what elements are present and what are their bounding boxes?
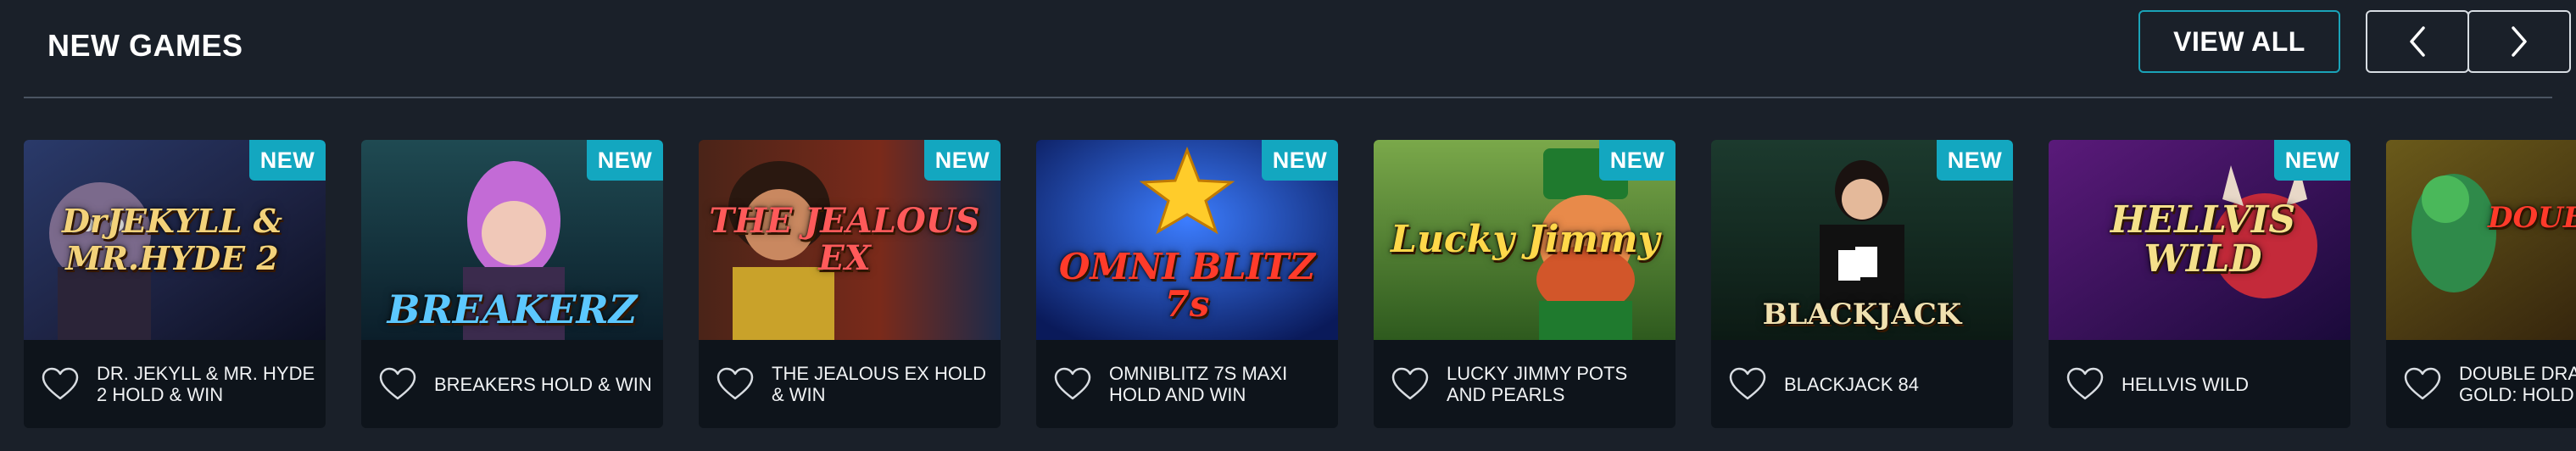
heart-outline-icon[interactable]	[41, 366, 80, 402]
new-badge: NEW	[1262, 140, 1338, 181]
game-card[interactable]: BREAKERZ NEW BREAKERS HOLD & WIN	[361, 140, 663, 428]
game-thumbnail[interactable]: HELLVIS WILD NEW	[2049, 140, 2350, 340]
game-thumbnail[interactable]: BLACKJACK NEW	[1711, 140, 2013, 340]
heart-outline-icon[interactable]	[1053, 366, 1092, 402]
previous-button[interactable]	[2366, 10, 2469, 73]
game-name[interactable]: DR. JEKYLL & MR. HYDE 2 HOLD & WIN	[97, 363, 317, 405]
game-name[interactable]: OMNIBLITZ 7S MAXI HOLD AND WIN	[1109, 363, 1330, 405]
section-divider	[24, 97, 2552, 98]
game-info: DOUBLE DRAGON GOLD: HOLD & WIN	[2386, 340, 2576, 428]
view-all-button[interactable]: VIEW ALL	[2138, 10, 2340, 73]
chevron-right-icon	[2512, 26, 2527, 57]
new-badge: NEW	[587, 140, 663, 181]
game-thumbnail[interactable]: THE JEALOUS EX NEW	[699, 140, 1001, 340]
chevron-left-icon	[2410, 26, 2425, 57]
game-card[interactable]: Lucky Jimmy NEW LUCKY JIMMY POTS AND PEA…	[1374, 140, 1676, 428]
game-card[interactable]: DOUBLE DOUBLE DRAGON GOLD: HOLD & WIN	[2386, 140, 2576, 428]
game-carousel: DrJEKYLL & MR.HYDE 2 NEW DR. JEKYLL & MR…	[0, 140, 2576, 428]
game-card[interactable]: THE JEALOUS EX NEW THE JEALOUS EX HOLD &…	[699, 140, 1001, 428]
game-thumbnail[interactable]: Lucky Jimmy NEW	[1374, 140, 1676, 340]
heart-outline-icon[interactable]	[1391, 366, 1430, 402]
new-badge: NEW	[1937, 140, 2013, 181]
game-card[interactable]: HELLVIS WILD NEW HELLVIS WILD	[2049, 140, 2350, 428]
game-info: LUCKY JIMMY POTS AND PEARLS	[1374, 340, 1676, 428]
game-name[interactable]: DOUBLE DRAGON GOLD: HOLD & WIN	[2459, 363, 2576, 405]
game-info: HELLVIS WILD	[2049, 340, 2350, 428]
new-badge: NEW	[1599, 140, 1676, 181]
heart-outline-icon[interactable]	[1728, 366, 1767, 402]
new-badge: NEW	[924, 140, 1001, 181]
game-thumbnail[interactable]: DrJEKYLL & MR.HYDE 2 NEW	[24, 140, 326, 340]
new-badge: NEW	[2274, 140, 2350, 181]
game-thumbnail[interactable]: OMNI BLITZ 7s NEW	[1036, 140, 1338, 340]
game-name[interactable]: BREAKERS HOLD & WIN	[434, 374, 652, 395]
game-info: BREAKERS HOLD & WIN	[361, 340, 663, 428]
game-thumbnail[interactable]: BREAKERZ NEW	[361, 140, 663, 340]
section-title: NEW GAMES	[47, 28, 243, 63]
new-badge: NEW	[249, 140, 326, 181]
game-card[interactable]: OMNI BLITZ 7s NEW OMNIBLITZ 7S MAXI HOLD…	[1036, 140, 1338, 428]
heart-outline-icon[interactable]	[2403, 366, 2442, 402]
game-name[interactable]: THE JEALOUS EX HOLD & WIN	[772, 363, 992, 405]
game-thumbnail[interactable]: DOUBLE	[2386, 140, 2576, 340]
game-info: OMNIBLITZ 7S MAXI HOLD AND WIN	[1036, 340, 1338, 428]
game-info: BLACKJACK 84	[1711, 340, 2013, 428]
game-card[interactable]: DrJEKYLL & MR.HYDE 2 NEW DR. JEKYLL & MR…	[24, 140, 326, 428]
game-card[interactable]: BLACKJACK NEW BLACKJACK 84	[1711, 140, 2013, 428]
heart-outline-icon[interactable]	[378, 366, 417, 402]
game-info: THE JEALOUS EX HOLD & WIN	[699, 340, 1001, 428]
game-info: DR. JEKYLL & MR. HYDE 2 HOLD & WIN	[24, 340, 326, 428]
next-button[interactable]	[2467, 10, 2571, 73]
heart-outline-icon[interactable]	[716, 366, 755, 402]
game-name[interactable]: LUCKY JIMMY POTS AND PEARLS	[1447, 363, 1667, 405]
heart-outline-icon[interactable]	[2066, 366, 2105, 402]
game-name[interactable]: BLACKJACK 84	[1784, 374, 1919, 395]
game-name[interactable]: HELLVIS WILD	[2122, 374, 2249, 395]
